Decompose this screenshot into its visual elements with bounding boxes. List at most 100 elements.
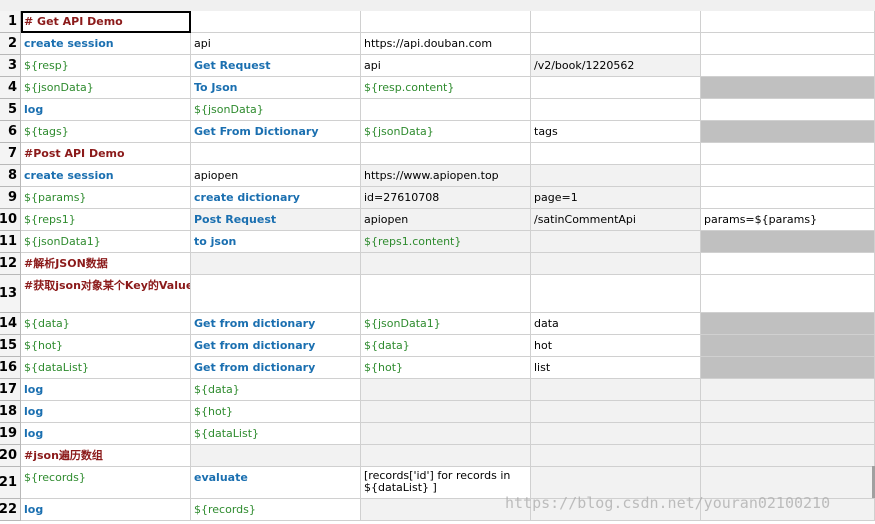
grid-cell[interactable]: ${resp} <box>21 55 191 77</box>
grid-cell[interactable]: list <box>531 357 701 379</box>
row-number[interactable]: 9 <box>0 187 21 209</box>
grid-cell[interactable]: #Post API Demo <box>21 143 191 165</box>
grid-cell[interactable] <box>701 99 875 121</box>
grid-cell[interactable]: api <box>191 33 361 55</box>
grid-cell[interactable] <box>361 401 531 423</box>
grid-cell[interactable]: ${data} <box>361 335 531 357</box>
grid-cell[interactable]: ${jsonData} <box>361 121 531 143</box>
grid-cell[interactable]: Post Request <box>191 209 361 231</box>
grid-cell[interactable] <box>531 499 701 521</box>
grid-cell[interactable] <box>531 231 701 253</box>
grid-cell[interactable]: /v2/book/1220562 <box>531 55 701 77</box>
grid-cell[interactable] <box>701 121 875 143</box>
grid-cell[interactable] <box>531 401 701 423</box>
grid-cell[interactable]: https://www.apiopen.top <box>361 165 531 187</box>
grid-cell[interactable] <box>361 99 531 121</box>
grid-cell[interactable] <box>701 187 875 209</box>
grid-cell[interactable] <box>701 11 875 33</box>
grid-cell[interactable]: params=${params} <box>701 209 875 231</box>
grid-cell[interactable] <box>531 77 701 99</box>
grid-cell[interactable]: log <box>21 99 191 121</box>
grid-cell[interactable] <box>531 423 701 445</box>
grid-cell[interactable] <box>701 357 875 379</box>
grid-cell[interactable] <box>701 335 875 357</box>
grid-cell[interactable] <box>361 253 531 275</box>
grid-cell[interactable] <box>701 77 875 99</box>
grid-cell[interactable] <box>701 165 875 187</box>
grid-cell[interactable] <box>531 253 701 275</box>
grid-cell[interactable] <box>701 467 875 499</box>
row-number[interactable]: 14 <box>0 313 21 335</box>
grid-cell[interactable]: ${reps1.content} <box>361 231 531 253</box>
grid-cell[interactable]: #json遍历数组 <box>21 445 191 467</box>
grid-cell[interactable] <box>531 467 701 499</box>
grid-cell[interactable] <box>191 253 361 275</box>
grid-cell[interactable] <box>531 143 701 165</box>
grid-cell[interactable] <box>701 55 875 77</box>
grid-cell[interactable] <box>701 253 875 275</box>
grid-cell[interactable]: create session <box>21 165 191 187</box>
grid-cell[interactable]: Get from dictionary <box>191 335 361 357</box>
grid-cell[interactable]: ${params} <box>21 187 191 209</box>
grid-cell[interactable]: Get from dictionary <box>191 313 361 335</box>
row-number[interactable]: 16 <box>0 357 21 379</box>
grid-cell[interactable]: ${tags} <box>21 121 191 143</box>
grid-cell[interactable] <box>531 33 701 55</box>
grid-cell[interactable]: apiopen <box>361 209 531 231</box>
grid-cell[interactable]: ${data} <box>21 313 191 335</box>
grid-cell[interactable] <box>191 445 361 467</box>
grid-cell[interactable] <box>531 379 701 401</box>
grid-cell[interactable] <box>701 379 875 401</box>
grid-cell[interactable]: ${reps1} <box>21 209 191 231</box>
grid-cell[interactable]: To Json <box>191 77 361 99</box>
grid-cell[interactable] <box>191 143 361 165</box>
grid-cell[interactable] <box>361 11 531 33</box>
grid-cell[interactable] <box>361 379 531 401</box>
grid-cell[interactable]: to json <box>191 231 361 253</box>
grid-cell[interactable] <box>701 445 875 467</box>
grid-cell[interactable]: data <box>531 313 701 335</box>
grid-cell[interactable]: ${dataList} <box>21 357 191 379</box>
grid-cell[interactable]: #解析JSON数据 <box>21 253 191 275</box>
row-number[interactable]: 2 <box>0 33 21 55</box>
grid-cell[interactable] <box>361 499 531 521</box>
grid-cell[interactable] <box>701 401 875 423</box>
grid-cell[interactable] <box>701 231 875 253</box>
grid-cell[interactable] <box>701 313 875 335</box>
grid-cell[interactable]: log <box>21 401 191 423</box>
grid-cell[interactable]: [records['id'] for records in ${dataList… <box>361 467 531 499</box>
row-number[interactable]: 22 <box>0 499 21 521</box>
grid-cell[interactable]: create session <box>21 33 191 55</box>
grid-cell[interactable]: ${jsonData1} <box>21 231 191 253</box>
row-number[interactable]: 3 <box>0 55 21 77</box>
grid-cell[interactable] <box>191 11 361 33</box>
row-number[interactable]: 8 <box>0 165 21 187</box>
row-number[interactable]: 1 <box>0 11 21 33</box>
grid-cell[interactable]: id=27610708 <box>361 187 531 209</box>
grid-cell[interactable]: ${data} <box>191 379 361 401</box>
row-number[interactable]: 18 <box>0 401 21 423</box>
row-number[interactable]: 10 <box>0 209 21 231</box>
grid-cell[interactable] <box>361 143 531 165</box>
grid-cell[interactable]: ${records} <box>21 467 191 499</box>
grid-cell[interactable]: api <box>361 55 531 77</box>
row-number[interactable]: 15 <box>0 335 21 357</box>
row-number[interactable]: 5 <box>0 99 21 121</box>
grid-cell[interactable]: Get Request <box>191 55 361 77</box>
grid-cell[interactable]: log <box>21 423 191 445</box>
grid-cell[interactable] <box>531 275 701 313</box>
grid-cell[interactable] <box>361 423 531 445</box>
grid-cell[interactable] <box>361 445 531 467</box>
row-number[interactable]: 7 <box>0 143 21 165</box>
grid-cell[interactable] <box>191 275 361 313</box>
row-number[interactable]: 11 <box>0 231 21 253</box>
row-number[interactable]: 20 <box>0 445 21 467</box>
grid-cell[interactable]: /satinCommentApi <box>531 209 701 231</box>
row-number[interactable]: 13 <box>0 275 21 313</box>
grid-cell[interactable]: log <box>21 379 191 401</box>
grid-cell[interactable]: #获取json对象某个Key的Value <box>21 275 191 313</box>
row-number[interactable]: 4 <box>0 77 21 99</box>
grid-cell[interactable] <box>531 165 701 187</box>
grid-cell[interactable] <box>531 445 701 467</box>
grid-cell[interactable]: hot <box>531 335 701 357</box>
